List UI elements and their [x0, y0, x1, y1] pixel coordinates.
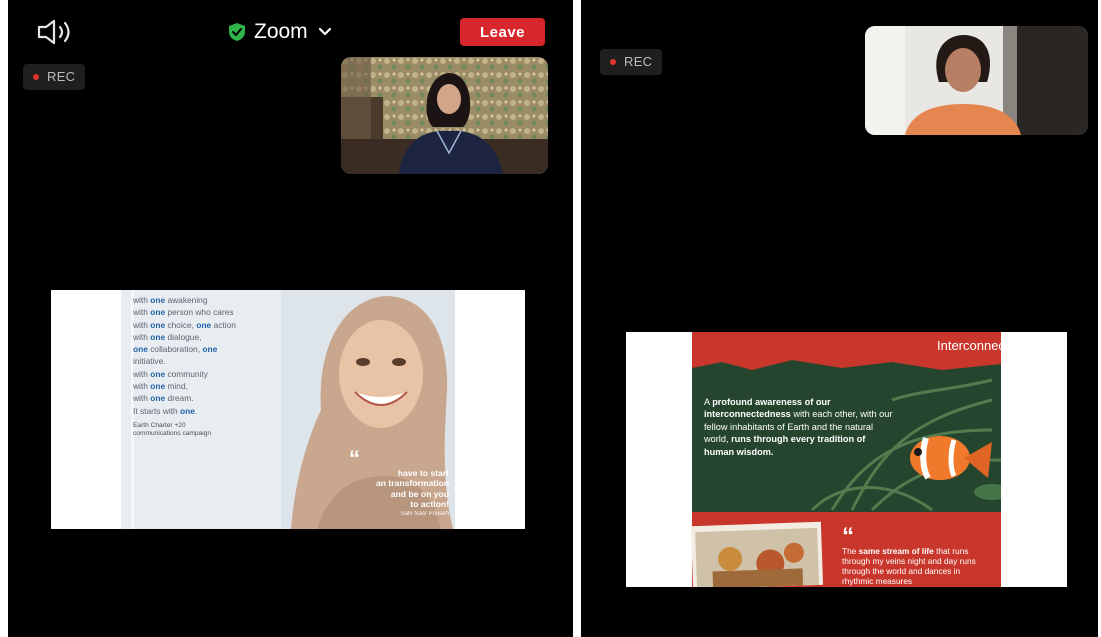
- meeting-top-bar: Zoom Leave: [8, 14, 573, 50]
- left-meeting-screen: Zoom Leave REC with one awakening with o…: [8, 0, 573, 637]
- participant-video-right: [865, 26, 1088, 135]
- quote-line: and be on you: [390, 488, 449, 499]
- right-meeting-screen: REC Interconnection A profound awareness…: [581, 0, 1098, 637]
- quote-line: to action!: [410, 499, 449, 510]
- slide-title: Interconnection: [937, 338, 1026, 353]
- chevron-down-icon: [318, 27, 331, 36]
- leave-button[interactable]: Leave: [460, 18, 545, 46]
- rec-indicator-right: REC: [600, 49, 663, 75]
- quote-line: have to start: [397, 468, 449, 478]
- quote-mark-right: “: [842, 523, 854, 550]
- slide-quote-right: “ The same stream of life that runs thro…: [842, 523, 992, 587]
- rec-indicator: REC: [23, 64, 86, 90]
- quote-author: Sahi Nasr Pouseh: [400, 510, 449, 517]
- speaker-icon[interactable]: [36, 18, 76, 46]
- slide-body-segment: A: [704, 397, 713, 407]
- figurines-photo: [695, 527, 820, 587]
- quote-segment: The: [842, 546, 859, 556]
- slide-quote: “ have to start an transformation and be o…: [349, 446, 449, 518]
- slide-panel: with one awakening with one person who ca…: [121, 290, 455, 529]
- quote-text: have to start an transformation and be on …: [349, 468, 449, 510]
- meeting-title[interactable]: Zoom: [228, 17, 332, 47]
- participant-video-thumbnail[interactable]: [341, 57, 548, 174]
- rec-label: REC: [47, 69, 76, 84]
- shared-slide-right: Interconnection A profound awareness of …: [626, 332, 1067, 587]
- rec-label-right: REC: [624, 54, 653, 69]
- quote-segment: same stream of life: [858, 546, 934, 556]
- shared-slide: with one awakening with one person who ca…: [51, 290, 525, 529]
- quote-text-right: The same stream of life that runs throug…: [842, 546, 992, 586]
- quote-mark: “: [349, 446, 360, 471]
- slide-body-text: A profound awareness of our interconnect…: [704, 396, 894, 458]
- shield-check-icon: [229, 23, 245, 41]
- participant-video: [341, 57, 548, 174]
- slide-red-panel: Interconnection A profound awareness of …: [690, 332, 1026, 587]
- participant-video-thumbnail-right[interactable]: [865, 26, 1088, 135]
- rec-dot-icon: [33, 74, 39, 80]
- slide-photo-card: [690, 521, 824, 587]
- rec-dot-icon: [610, 59, 616, 65]
- app-title: Zoom: [254, 20, 308, 43]
- quote-line: an transformation: [375, 478, 449, 489]
